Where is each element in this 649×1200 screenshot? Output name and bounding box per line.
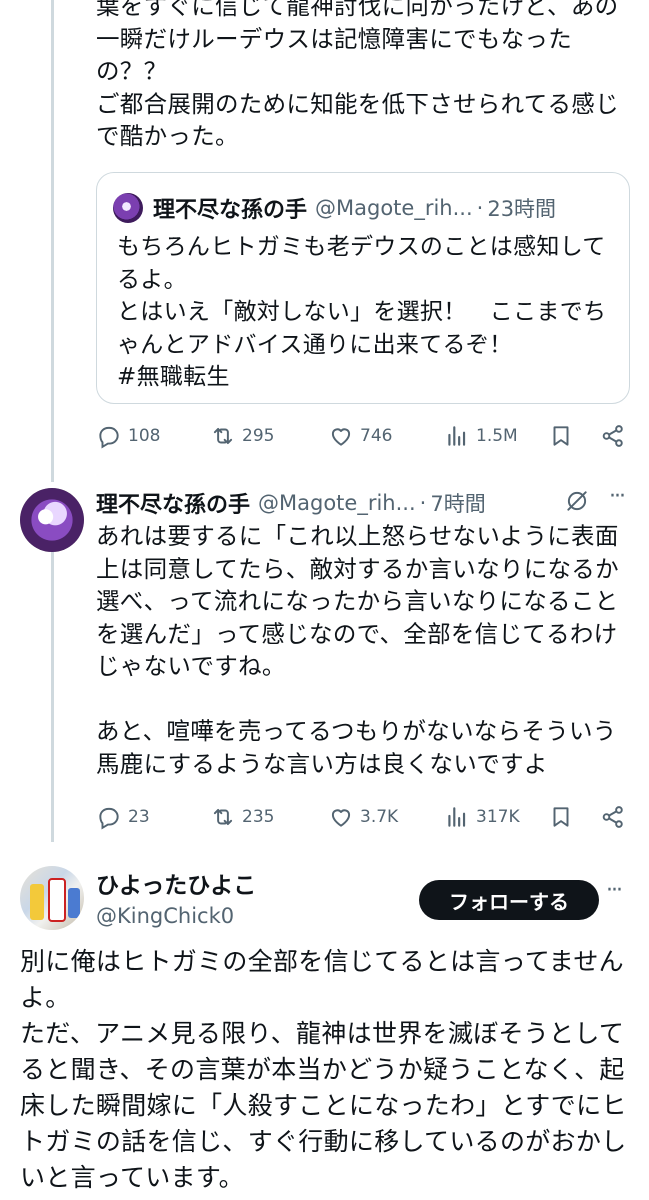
views-button[interactable]: 317K [444,804,520,830]
grok-icon[interactable] [564,488,590,514]
author-name[interactable]: 理不尽な孫の手 [96,487,250,519]
reply-count: 23 [128,807,150,827]
bookmark-icon [553,426,569,446]
view-count: 317K [476,807,520,827]
repost-button[interactable]: 235 [210,804,274,830]
views-button[interactable]: 1.5M [444,423,518,449]
avatar-detail [48,878,66,922]
view-count: 1.5M [476,426,518,446]
author-handle: @Magote_rih... [315,196,473,220]
like-count: 3.7K [360,807,399,827]
reply-icon [99,426,119,449]
more-icon[interactable]: ··· [609,484,626,509]
author-name[interactable]: ひよったひよこ [96,866,256,900]
avatar-detail [68,888,80,918]
timestamp: 23時間 [487,197,557,221]
tweet-text: あれは要するに「これ以上怒らせないように表面上は同意してたら、敵対するか言いなり… [96,522,619,778]
tweet-actions: 108 295 746 1.5M [96,421,636,451]
quote-header: 理不尽な孫の手 @Magote_rih... · 23時間 [113,191,556,225]
author-name: 理不尽な孫の手 [153,198,308,223]
like-button[interactable]: 746 [328,423,392,449]
reply-button[interactable]: 108 [96,423,160,449]
avatar-detail [30,884,44,920]
avatar[interactable] [20,488,84,552]
tweet-text: 葉をすぐに信じて龍神討伐に向かったけど、あの一瞬だけルーデウスは記憶障害にでもな… [96,0,619,150]
thread-line [51,552,54,842]
author-handle[interactable]: @Magote_rih... [258,491,416,515]
reply-count: 108 [128,426,161,446]
repost-icon [213,427,233,445]
like-icon [331,809,351,827]
follow-button[interactable]: フォローする [419,880,599,920]
reply-icon [99,807,119,830]
repost-count: 235 [242,807,275,827]
share-icon [602,425,623,447]
share-button[interactable] [600,804,632,830]
tweet-actions: 23 235 3.7K 317K [96,802,636,832]
views-icon [448,426,466,446]
quoted-tweet[interactable]: 理不尽な孫の手 @Magote_rih... · 23時間 もちろんヒトガミも老… [96,172,630,404]
repost-button[interactable]: 295 [210,423,274,449]
avatar [113,193,143,223]
like-button[interactable]: 3.7K [328,804,398,830]
timestamp[interactable]: 7時間 [430,488,485,518]
reply-button[interactable]: 23 [96,804,150,830]
tweet-header: 理不尽な孫の手 @Magote_rih... · 7時間 ··· [96,484,636,520]
like-count: 746 [360,426,393,446]
share-button[interactable] [600,423,632,449]
more-icon[interactable]: ··· [606,878,623,903]
separator-dot: · [476,196,484,220]
avatar[interactable] [20,866,84,930]
share-icon [602,806,623,828]
author-handle[interactable]: @KingChick0 [96,904,234,928]
thread-line [51,0,54,482]
repost-count: 295 [242,426,275,446]
bookmark-icon [553,807,569,827]
views-icon [448,807,466,827]
repost-icon [213,808,233,826]
quote-text: もちろんヒトガミも老デウスのことは感知してるよ。 とはいえ「敵対しない」を選択！… [117,234,607,390]
separator-dot: · [419,491,427,515]
timeline: 葉をすぐに信じて龍神討伐に向かったけど、あの一瞬だけルーデウスは記憶障害にでもな… [0,0,649,1200]
tweet-text: 別に俺はヒトガミの全部を信じてるとは言ってませんよ。 ただ、アニメ見る限り、龍神… [20,947,627,1192]
like-icon [331,428,351,446]
bookmark-button[interactable] [548,423,580,449]
bookmark-button[interactable] [548,804,580,830]
